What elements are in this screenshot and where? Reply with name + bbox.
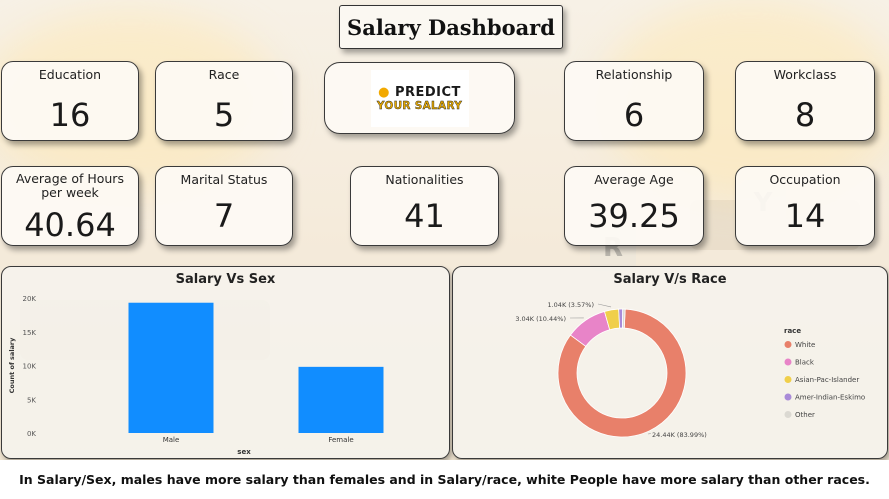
slice-data-label: 24.44K (83.99%) [652, 431, 707, 439]
bar-female[interactable] [298, 366, 384, 433]
legend-item[interactable]: Asian-Pac-Islander [795, 376, 859, 384]
legend-item[interactable]: Amer-Indian-Eskimo [795, 394, 865, 402]
hours-label: Average of Hours per week [16, 171, 124, 200]
legend-item[interactable]: Black [795, 359, 815, 367]
slice-data-label: 1.04K (3.57%) [547, 301, 594, 309]
race-card: Race 5 [155, 61, 293, 141]
logo-card: ● PREDICT YOUR SALARY [324, 62, 515, 134]
legend-marker [784, 358, 792, 366]
relationship-label: Relationship [595, 67, 673, 82]
y-tick-label: 5K [27, 396, 36, 404]
age-label: Average Age [594, 172, 674, 187]
legend-item[interactable]: White [795, 341, 815, 349]
salary-vs-sex-chart: 0K 5K 10K 15K 20K Count of salary Male Female se… [8, 295, 384, 456]
legend-marker [784, 341, 792, 348]
relationship-value: 6 [623, 96, 645, 134]
bar-male[interactable] [128, 302, 214, 433]
x-tick-label: Female [328, 436, 353, 444]
slice-data-label: 3.04K (10.44%) [515, 315, 566, 323]
y-tick-label: 15K [23, 329, 37, 337]
education-card: Education 16 [1, 61, 139, 141]
coin-icon: ● [378, 84, 390, 100]
x-axis-label: sex [237, 448, 251, 456]
legend-marker [784, 411, 792, 418]
predict-salary-logo: ● PREDICT YOUR SALARY [370, 69, 469, 127]
age-value: 39.25 [588, 197, 680, 235]
marital-value: 7 [213, 197, 235, 235]
race-value: 5 [213, 96, 235, 134]
race-label: Race [208, 67, 240, 82]
workclass-value: 8 [794, 96, 816, 134]
legend-title: race [784, 327, 801, 335]
age-card: Average Age 39.25 [564, 166, 704, 246]
education-value: 16 [49, 96, 91, 134]
slice-amer-indian-eskimo[interactable] [618, 308, 624, 329]
salary-vs-race-chart: 24.44K (83.99%) 3.04K (10.44%) 1.04K (3.57… [515, 301, 865, 439]
marital-card: Marital Status 7 [155, 166, 293, 246]
y-axis-label: Count of salary [8, 337, 16, 393]
salary-vs-sex-panel: Salary Vs Sex 0K 5K 10K 15K 20K Count of sala… [1, 266, 450, 459]
marital-label: Marital Status [180, 172, 268, 187]
y-tick-label: 10K [23, 363, 37, 371]
hours-card: Average of Hours per week 40.64 [1, 166, 139, 246]
y-tick-label: 20K [23, 295, 37, 303]
label-leader [597, 303, 612, 308]
occupation-label: Occupation [769, 172, 841, 187]
page-title: Salary Dashboard [339, 5, 563, 49]
hours-value: 40.64 [24, 206, 116, 244]
insight-text: In Salary/Sex, males have more salary th… [0, 460, 889, 499]
education-label: Education [38, 67, 102, 82]
nationalities-card: Nationalities 41 [350, 166, 499, 246]
legend-marker [784, 376, 792, 383]
nationalities-label: Nationalities [385, 172, 464, 187]
relationship-card: Relationship 6 [564, 61, 704, 141]
workclass-label: Workclass [773, 67, 837, 82]
occupation-card: Occupation 14 [735, 166, 875, 246]
x-tick-label: Male [163, 436, 180, 444]
occupation-value: 14 [784, 197, 826, 235]
y-tick-label: 0K [27, 430, 36, 438]
legend-marker [784, 393, 792, 401]
nationalities-value: 41 [404, 197, 445, 235]
legend-item[interactable]: Other [795, 411, 815, 419]
workclass-card: Workclass 8 [735, 61, 875, 141]
salary-vs-race-panel: Salary V/s Race 24.44K (83.99%) 3.04K (10… [452, 266, 888, 459]
